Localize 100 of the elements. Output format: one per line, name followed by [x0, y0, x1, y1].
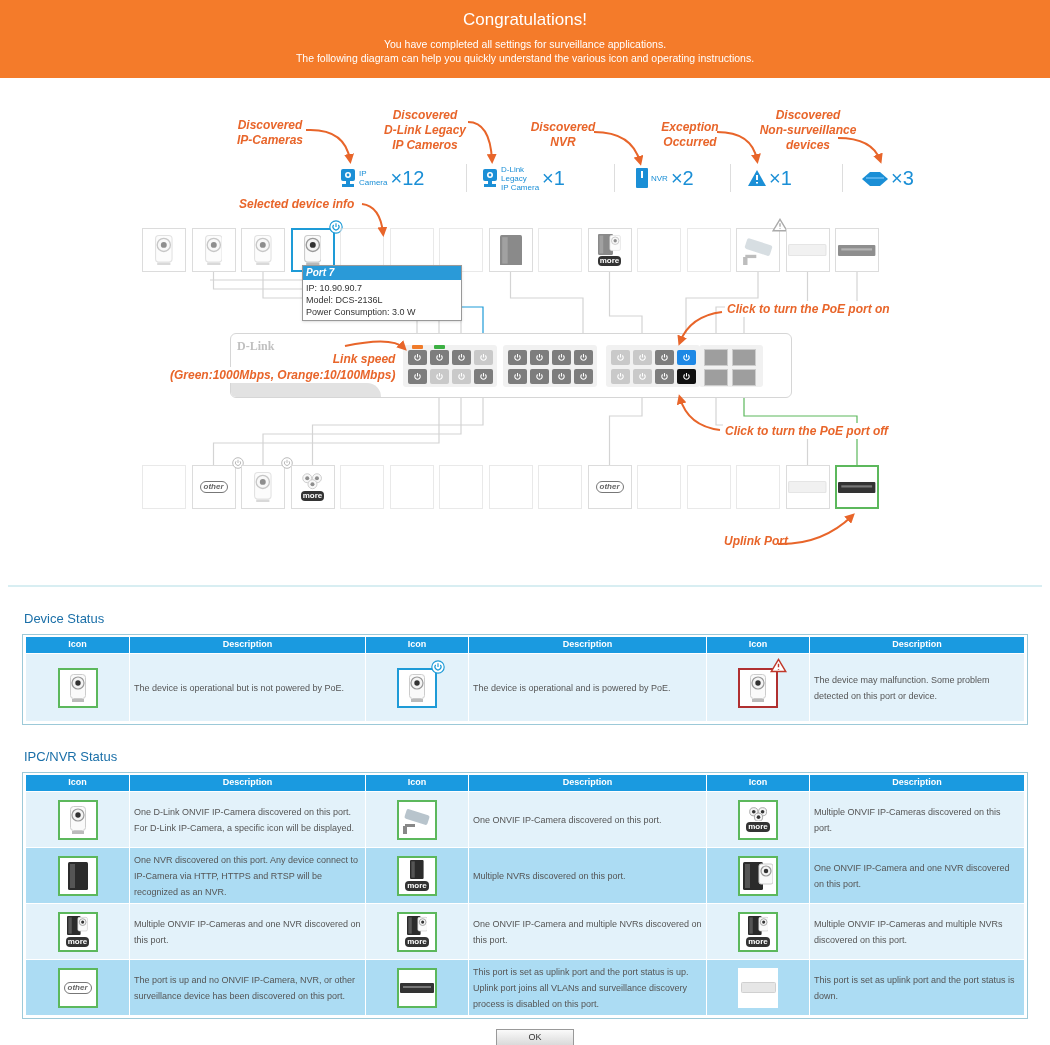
camera-icon [750, 673, 766, 702]
camera-icon [254, 471, 272, 503]
column-header: Icon [365, 774, 469, 792]
badge-label: more [746, 822, 770, 833]
annotation-text: Exception [661, 120, 719, 135]
badge-label: other [199, 481, 228, 493]
power-icon [638, 353, 647, 362]
description-cell: This port is set as uplink port and the port status is down. [809, 959, 1025, 1016]
power-icon [435, 372, 444, 381]
description-cell: One ONVIF IP-Camera and multiple NVRs discovered on this port. [468, 903, 707, 960]
power-icon [579, 353, 588, 362]
icon-caption: NVR [651, 173, 668, 183]
switch-icon [400, 982, 434, 993]
power-icon [281, 457, 293, 469]
annotation-text: (Green:1000Mbps, Orange:10/100Mbps) [168, 367, 398, 383]
annotation-text: Click to turn the PoE port off [723, 423, 891, 439]
description-cell: The device may malfunction. Some problem detected on this port or device. [809, 653, 1025, 722]
curved-arrow [467, 121, 497, 164]
annotation-text: Occurred [663, 135, 717, 150]
power-icon [513, 372, 522, 381]
curved-arrow [677, 311, 723, 346]
count-label: ×1 [769, 168, 792, 188]
cable-line [608, 397, 643, 466]
power-icon [682, 372, 691, 381]
column-header: Icon [706, 636, 810, 654]
annotation-text: Discovered [237, 118, 303, 133]
annotation-text: IP Cameros [392, 138, 458, 153]
power-icon [616, 353, 625, 362]
curved-arrow [305, 128, 354, 164]
badge-label: more [746, 936, 770, 947]
description-cell: One ONVIF IP-Camera and one NVR discovered on this port. [809, 847, 1025, 904]
badge-label: more [405, 880, 429, 891]
description-cell: Multiple NVRs discovered on this port. [468, 847, 707, 904]
poe-port-button[interactable] [677, 369, 696, 384]
ok-button[interactable]: OK [496, 1029, 574, 1045]
device-tile[interactable]: other [191, 465, 236, 509]
badge-label: more [405, 936, 429, 947]
power-icon [660, 372, 669, 381]
annotation-text: Discovered [530, 120, 596, 135]
badge-label: other [63, 981, 92, 994]
device-tile[interactable]: other [587, 465, 632, 509]
banner-text: The following diagram can help you quickly understand the various icon and operating instructions. [295, 51, 755, 65]
badge-label: other [595, 481, 624, 493]
annotation-text: devices [785, 138, 830, 153]
column-header: Description [129, 774, 366, 792]
description-cell: Multiple ONVIF IP-Cameras and multiple NVRs discovered on this port. [809, 903, 1025, 960]
badge-label: more [65, 936, 90, 947]
nvr-icon [67, 861, 88, 890]
cameras-icon [748, 806, 768, 822]
curved-arrow [361, 203, 388, 237]
device-tile[interactable]: more [587, 228, 632, 272]
camera-icon [254, 234, 272, 266]
device-tile[interactable] [835, 465, 879, 509]
annotation-text: NVR [550, 135, 576, 150]
camera-icon [155, 234, 173, 266]
description-cell: The device is operational but is not powered by PoE. [129, 653, 366, 722]
power-icon [557, 372, 566, 381]
switch-icon [740, 982, 776, 993]
power-icon [435, 353, 444, 362]
column-header: Description [129, 636, 366, 654]
curved-arrow [593, 131, 643, 166]
camera-icon [204, 234, 223, 266]
power-icon [535, 372, 544, 381]
description-cell: Multiple ONVIF IP-Cameras discovered on this port. [809, 791, 1025, 848]
icon-caption: IP Camera [501, 182, 540, 192]
power-icon [535, 353, 544, 362]
switch-icon [788, 243, 827, 257]
annotation-text: Discovered [775, 108, 841, 123]
switch-icon [788, 480, 827, 494]
warning-icon [772, 218, 788, 232]
annotation-text: Discovered [392, 108, 458, 123]
banner-text: You have completed all settings for surveillance applications. [383, 37, 667, 51]
curved-arrow [716, 131, 761, 164]
section-title: IPC/NVR Status [23, 748, 119, 766]
device-icon [862, 170, 888, 186]
annotation-text: Uplink Port [722, 533, 790, 549]
icon-caption: D-Link [501, 164, 526, 174]
annotation-text: D-Link Legacy [384, 123, 466, 138]
device-tile[interactable]: more [290, 465, 335, 509]
sfp-port [704, 349, 728, 366]
camera-icon [69, 805, 86, 834]
nvr-icon [636, 168, 648, 188]
power-icon [638, 372, 647, 381]
column-header: Icon [706, 774, 810, 792]
curved-arrow [344, 340, 408, 351]
power-icon [413, 353, 422, 362]
column-header: Description [809, 774, 1025, 792]
switch-icon [838, 481, 876, 493]
description-cell: Multiple ONVIF IP-Cameras and one NVR discovered on this port. [129, 903, 366, 960]
cable-line [608, 271, 643, 334]
count-label: ×12 [390, 168, 425, 188]
description-cell: This port is set as uplink port and the port status is up. Uplink port joins all VLANs and surveillance discovery process is disabled on this port. [468, 959, 707, 1016]
cameras-icon [302, 473, 323, 490]
tooltip-title: Port 7 [303, 266, 461, 280]
tooltip-text: Model: DCS-2136L [306, 294, 384, 306]
icon-caption: IP [359, 169, 368, 178]
sfp-port [704, 369, 728, 386]
icon-caption: Camera [359, 178, 388, 187]
sfp-port [732, 349, 756, 366]
column-header: Icon [25, 636, 130, 654]
